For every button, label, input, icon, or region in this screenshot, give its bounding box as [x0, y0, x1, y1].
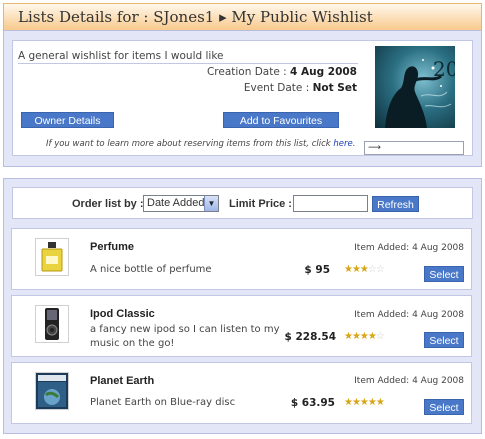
event-date-label: Event Date : [243, 82, 310, 94]
creation-date: Creation Date : 4 Aug 2008 [207, 66, 357, 78]
limit-price-label: Limit Price : [229, 198, 292, 210]
star-filled-icon: ★★★★ [344, 331, 377, 342]
reserve-note-text: If you want to learn more about reservin… [46, 139, 331, 149]
page-title: Lists Details for : SJones1 ▸ My Public … [18, 8, 373, 26]
creation-date-value: 4 Aug 2008 [290, 66, 357, 78]
event-date-value: Not Set [312, 82, 357, 94]
owner-details-button[interactable]: Owner Details [21, 112, 114, 128]
star-empty-icon: ☆ [375, 331, 385, 342]
item-title[interactable]: Perfume [90, 241, 134, 253]
rating-stars: ★★★★★ [344, 397, 385, 408]
item-price: $ 63.95 [290, 397, 335, 409]
select-button[interactable]: Select [424, 266, 464, 282]
refresh-button[interactable]: Refresh [372, 196, 419, 212]
star-filled-icon: ★★★ [344, 264, 369, 275]
rating-stars: ★★★★☆ [344, 331, 385, 342]
ipod-icon [35, 305, 69, 343]
item-added-date: Item Added: 4 Aug 2008 [354, 310, 464, 320]
event-date: Event Date : Not Set [244, 82, 357, 94]
item-added-date: Item Added: 4 Aug 2008 [354, 243, 464, 253]
item-price: $ 228.54 [284, 331, 336, 343]
bluray-case-icon [35, 372, 69, 410]
order-by-value: Date Added [147, 197, 205, 209]
list-item [11, 228, 472, 290]
item-price: $ 95 [304, 264, 330, 276]
select-button[interactable]: Select [424, 332, 464, 348]
select-button[interactable]: Select [424, 399, 464, 415]
page-header: Lists Details for : SJones1 ▸ My Public … [3, 3, 482, 31]
wishlist-image: 2008 [375, 46, 455, 128]
limit-price-input[interactable] [293, 195, 368, 212]
rating-stars: ★★★☆☆ [344, 264, 385, 275]
reserve-here-link[interactable]: here [333, 139, 352, 149]
list-small-input[interactable]: ⟶ [364, 141, 464, 155]
star-empty-icon: ☆☆ [367, 264, 385, 275]
item-title[interactable]: Planet Earth [90, 375, 154, 387]
order-by-label: Order list by : [72, 198, 144, 210]
order-by-select[interactable]: Date Added ▼ [143, 195, 219, 212]
list-description: A general wishlist for items I would lik… [18, 50, 224, 62]
star-filled-icon: ★★★★★ [344, 397, 385, 408]
item-title[interactable]: Ipod Classic [90, 308, 155, 320]
add-to-favourites-button[interactable]: Add to Favourites [223, 112, 339, 128]
wishlist-image-text: 2008 [433, 57, 455, 81]
reserve-note-end: . [352, 139, 356, 149]
chevron-down-icon[interactable]: ▼ [204, 196, 218, 211]
item-added-date: Item Added: 4 Aug 2008 [354, 376, 464, 386]
perfume-icon [35, 238, 69, 276]
list-item [11, 362, 472, 424]
wishlist-art: 2008 [385, 57, 455, 128]
description-divider [18, 63, 358, 64]
reserve-note: If you want to learn more about reservin… [46, 139, 355, 149]
creation-date-label: Creation Date : [206, 66, 287, 78]
